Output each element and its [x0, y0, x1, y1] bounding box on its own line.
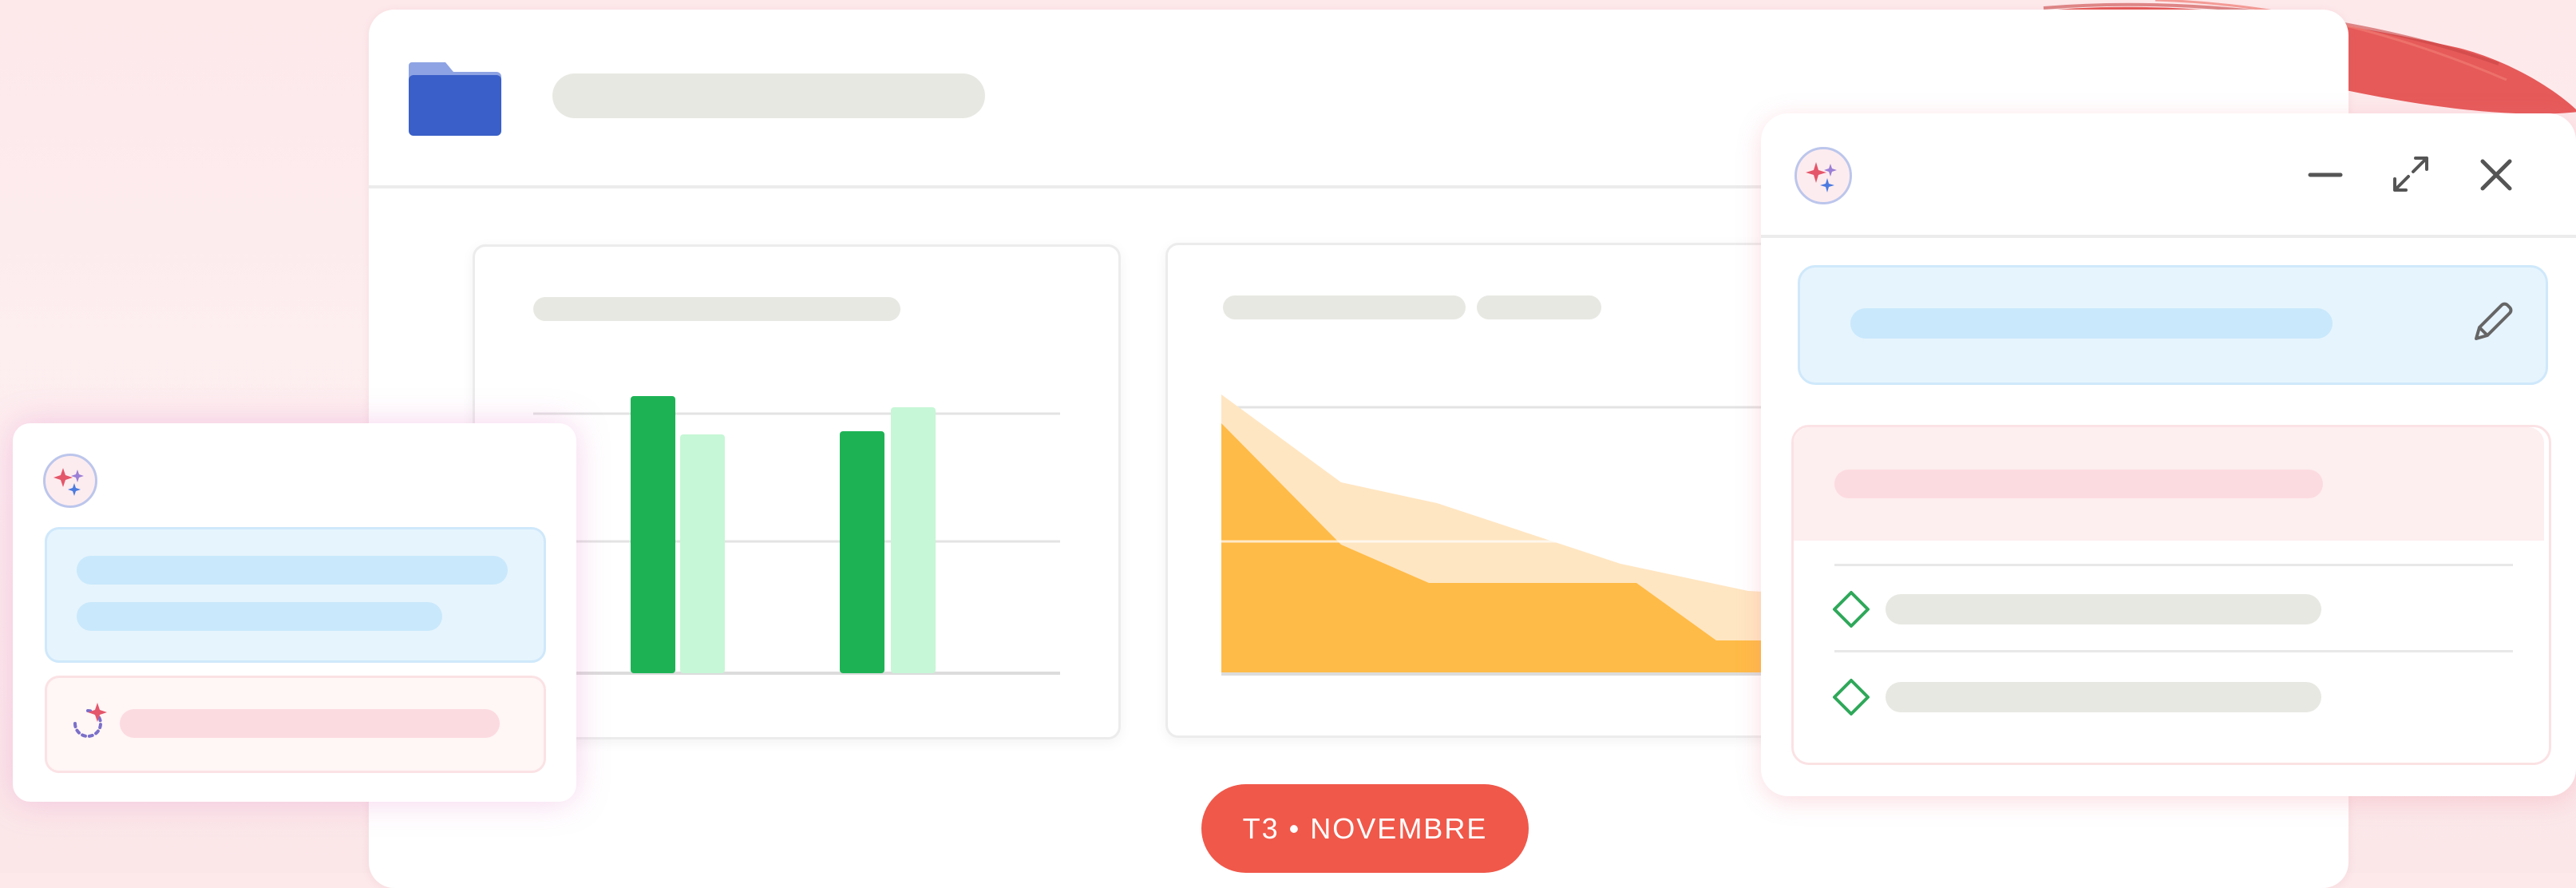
- response-divider: [1834, 650, 2513, 652]
- action-text-placeholder: [120, 709, 500, 738]
- diamond-check-icon[interactable]: [1831, 589, 1871, 629]
- sparkle-refresh-icon[interactable]: [67, 700, 112, 744]
- response-divider: [1834, 564, 2513, 566]
- area-chart-title-placeholder: [1223, 295, 1466, 319]
- list-item-placeholder: [1886, 682, 2321, 712]
- bar-chart: [533, 396, 1060, 675]
- prompt-text-placeholder: [1850, 308, 2333, 339]
- bar-light: [891, 407, 936, 673]
- expand-icon[interactable]: [2388, 152, 2433, 196]
- area-chart: [1221, 394, 1780, 676]
- list-item-placeholder: [1886, 594, 2321, 624]
- close-icon[interactable]: [2476, 155, 2516, 195]
- quarter-month-badge: T3 • NOVEMBRE: [1201, 784, 1529, 873]
- area-chart-subtitle-placeholder: [1477, 295, 1601, 319]
- bar-dark: [840, 431, 884, 673]
- quarter-month-label: T3 • NOVEMBRE: [1242, 811, 1488, 845]
- gemini-sparkle-icon: [43, 454, 97, 508]
- folder-icon[interactable]: [407, 57, 503, 137]
- suggestion-line-placeholder: [77, 556, 508, 585]
- minimize-icon[interactable]: [2305, 155, 2345, 195]
- pencil-icon[interactable]: [2467, 297, 2518, 348]
- side-panel-header-divider: [1761, 235, 2576, 238]
- popup-suggestion-box[interactable]: [45, 527, 546, 663]
- bar-light: [680, 434, 725, 673]
- response-heading-placeholder: [1834, 470, 2323, 498]
- diamond-check-icon[interactable]: [1831, 677, 1871, 717]
- gemini-sparkle-icon: [1794, 147, 1852, 204]
- suggestion-line-placeholder: [77, 602, 442, 631]
- document-title-placeholder: [552, 73, 985, 118]
- bar-dark: [631, 396, 675, 673]
- bar-chart-title-placeholder: [533, 297, 900, 321]
